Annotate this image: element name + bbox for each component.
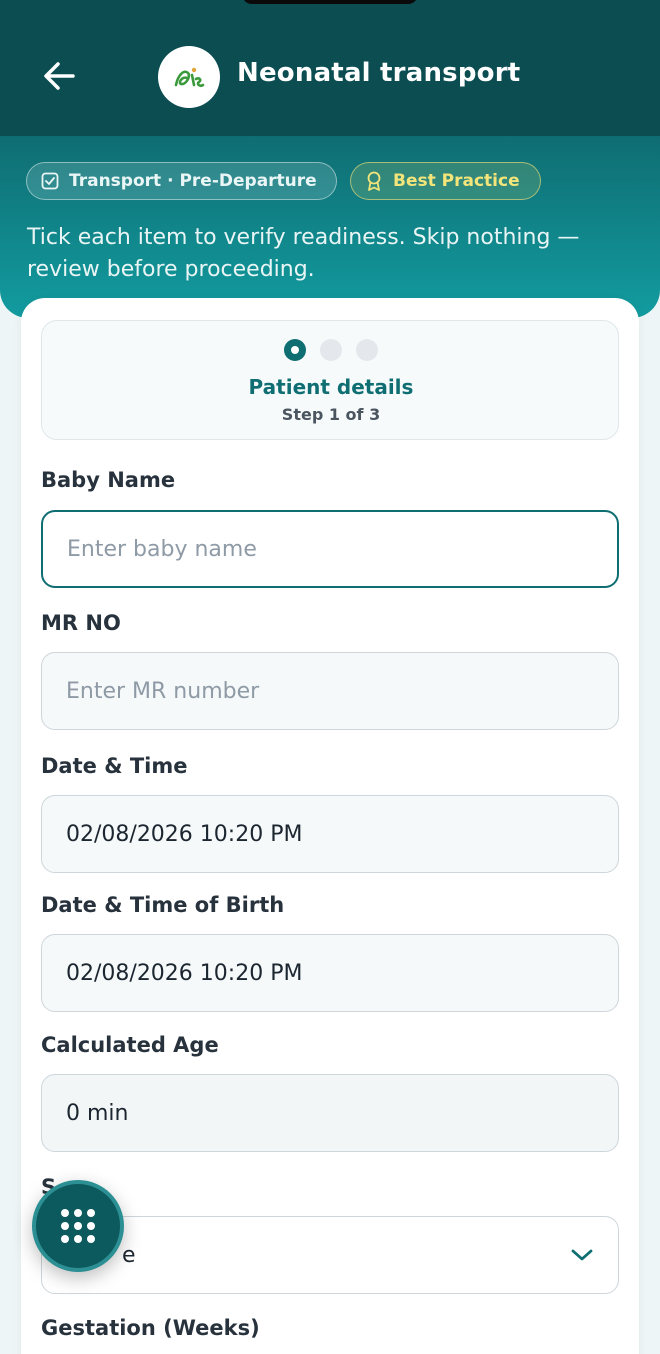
baby-name-placeholder: Enter baby name bbox=[67, 536, 257, 562]
page-title: Neonatal transport bbox=[237, 58, 521, 88]
grid-dot bbox=[61, 1222, 69, 1230]
grid-dot bbox=[74, 1235, 82, 1243]
best-practice-label: Best Practice bbox=[393, 171, 520, 191]
stepper: Patient details Step 1 of 3 bbox=[41, 320, 619, 440]
mr-number-placeholder: Enter MR number bbox=[66, 678, 260, 704]
date-time-birth-value: 02/08/2026 10:20 PM bbox=[66, 960, 303, 986]
arrow-left-icon bbox=[44, 62, 75, 90]
quick-menu-button[interactable] bbox=[32, 1180, 124, 1272]
date-time-birth-label: Date & Time of Birth bbox=[41, 893, 285, 917]
patient-details-card: Patient details Step 1 of 3 Baby Name En… bbox=[21, 298, 639, 1354]
grid-dot bbox=[87, 1235, 95, 1243]
calculated-age-value: 0 min bbox=[66, 1100, 129, 1126]
back-button[interactable] bbox=[36, 56, 82, 96]
date-time-value: 02/08/2026 10:20 PM bbox=[66, 821, 303, 847]
grid-dot bbox=[87, 1222, 95, 1230]
mr-no-label: MR NO bbox=[41, 611, 121, 635]
step-indicator bbox=[42, 339, 620, 361]
chevron-down-icon bbox=[571, 1249, 593, 1261]
grid-dot bbox=[87, 1209, 95, 1217]
step-dot-2 bbox=[320, 339, 342, 361]
award-icon bbox=[367, 171, 381, 191]
calculated-age-field: 0 min bbox=[41, 1074, 619, 1152]
best-practice-chip: Best Practice bbox=[350, 162, 541, 200]
date-time-birth-input[interactable]: 02/08/2026 10:20 PM bbox=[41, 934, 619, 1012]
baby-name-input[interactable]: Enter baby name bbox=[41, 510, 619, 588]
app-logo-icon bbox=[174, 67, 205, 87]
gestation-label: Gestation (Weeks) bbox=[41, 1316, 260, 1340]
checkbox-icon bbox=[41, 172, 59, 190]
device-notch bbox=[242, 0, 418, 4]
date-time-input[interactable]: 02/08/2026 10:20 PM bbox=[41, 795, 619, 873]
calculated-age-label: Calculated Age bbox=[41, 1033, 219, 1057]
mr-number-input[interactable]: Enter MR number bbox=[41, 652, 619, 730]
instructions-text: Tick each item to verify readiness. Skip… bbox=[27, 225, 580, 282]
grid-dots-icon bbox=[61, 1209, 69, 1217]
sex-select[interactable]: e bbox=[41, 1216, 619, 1294]
step-dot-3 bbox=[356, 339, 378, 361]
header: Neonatal transport Transport · Pre-Depar… bbox=[0, 0, 660, 318]
grid-dot bbox=[61, 1235, 69, 1243]
step-dot-1 bbox=[284, 339, 306, 361]
baby-name-label: Baby Name bbox=[41, 468, 176, 492]
step-counter: Step 1 of 3 bbox=[281, 405, 381, 424]
transport-phase-label: Transport · Pre-Departure bbox=[69, 171, 317, 191]
transport-phase-chip: Transport · Pre-Departure bbox=[26, 162, 337, 200]
grid-dot bbox=[74, 1209, 82, 1217]
date-time-label: Date & Time bbox=[41, 754, 188, 778]
grid-dot bbox=[74, 1222, 82, 1230]
app-logo bbox=[158, 46, 220, 108]
step-title: Patient details bbox=[248, 375, 414, 399]
